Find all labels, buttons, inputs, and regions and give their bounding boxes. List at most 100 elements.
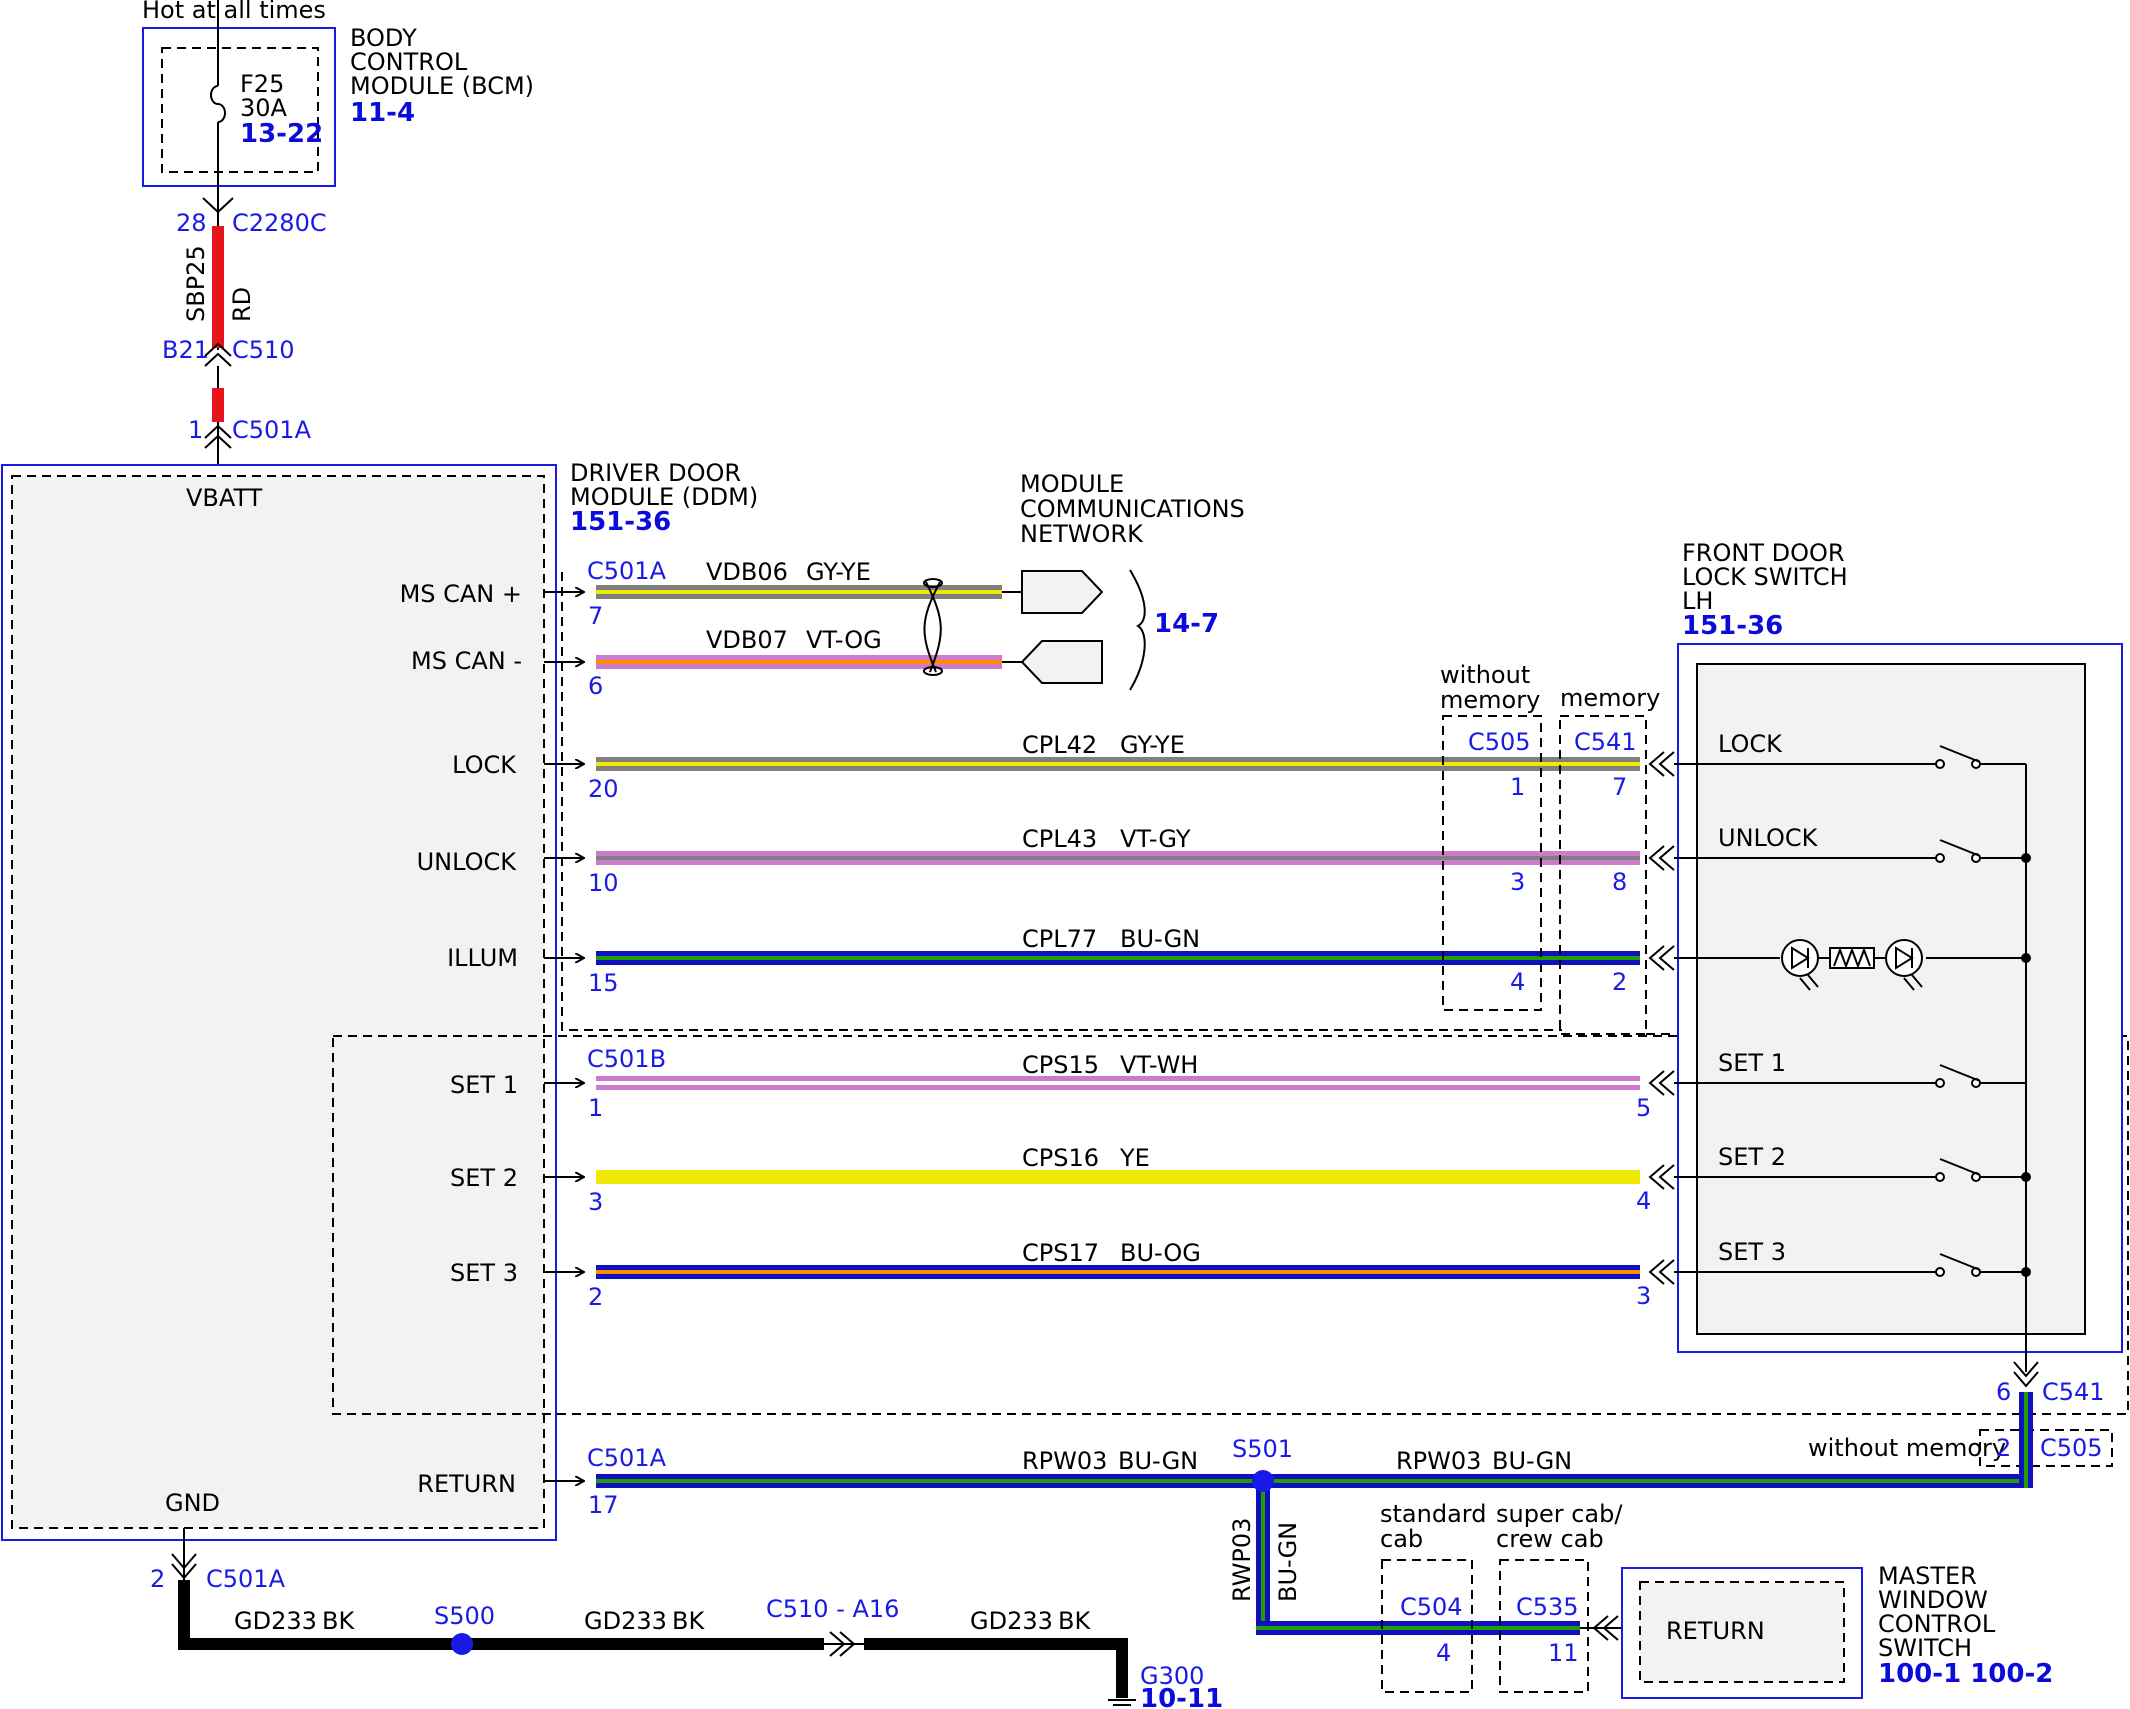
- bcm-module: [142, 27, 336, 187]
- hot-at-all-times-label: Hot at all times: [142, 0, 326, 24]
- c510-label: C510: [232, 336, 295, 364]
- wire-vdb07-color: VT-OG: [806, 626, 882, 654]
- master-switch-title-4: SWITCH: [1878, 1634, 1972, 1662]
- splice-s501-label: S501: [1232, 1435, 1293, 1463]
- switch-out-conn: C541: [2042, 1378, 2105, 1406]
- mcn-ref: 14-7: [1154, 609, 1219, 639]
- wire-cpl42: [544, 757, 1640, 771]
- c504-label: C504: [1400, 1593, 1463, 1621]
- switch-out-pin: 6: [1996, 1378, 2011, 1406]
- c505-pin-lock: 1: [1510, 773, 1525, 801]
- switch-set1-label: SET 1: [1718, 1049, 1786, 1077]
- return-pin: 17: [588, 1491, 619, 1519]
- master-switch-ref: 100-1 100-2: [1878, 1659, 2053, 1689]
- switch-set3-label: SET 3: [1718, 1238, 1786, 1266]
- wire-cps17: [544, 1265, 1640, 1279]
- lock-switch-connector-icons: [1648, 751, 1675, 1285]
- wire-cpl42-pin: 20: [588, 775, 619, 803]
- ground-circuit-2: GD233: [584, 1607, 667, 1635]
- switch-unlock-label: UNLOCK: [1718, 824, 1819, 852]
- wire-vdb07-circuit: VDB07: [706, 626, 788, 654]
- mcn-title-1: MODULE: [1020, 470, 1124, 498]
- ddm-pin-set3: SET 3: [450, 1259, 518, 1287]
- c505-pin-unlock: 3: [1510, 868, 1525, 896]
- return-color: BU-GN: [1118, 1447, 1198, 1475]
- wire-cps15-color: VT-WH: [1120, 1051, 1198, 1079]
- c505-pin-illum: 4: [1510, 968, 1525, 996]
- wire-vdb07: [544, 655, 1022, 669]
- mcn-connector-minus-icon: [1020, 640, 1103, 684]
- wire-cps15-circuit: CPS15: [1022, 1051, 1099, 1079]
- c501a-top-pin: 1: [188, 416, 203, 444]
- mcn-title-3: NETWORK: [1020, 520, 1144, 548]
- c541-label: C541: [1574, 728, 1637, 756]
- wire-vdb06-circuit: VDB06: [706, 558, 788, 586]
- c501a-top-label: C501A: [232, 416, 312, 444]
- without-memory-return-label: without memory: [1808, 1434, 2006, 1462]
- without-memory-label-2: memory: [1440, 686, 1540, 714]
- c505-label: C505: [1468, 728, 1531, 756]
- ground-pin: 2: [150, 1565, 165, 1593]
- return-circuit-right: RPW03: [1396, 1447, 1481, 1475]
- wiring-diagram: Hot at all times F25 30A 13-22 BODY CONT…: [1, 0, 2129, 1709]
- ddm-pin-lock: LOCK: [452, 751, 517, 779]
- ddm-gnd: GND: [165, 1489, 220, 1517]
- ddm-conn-c501b: C501B: [587, 1045, 666, 1073]
- wire-sbp25: [212, 226, 224, 348]
- wire-vdb07-pin: 6: [588, 672, 603, 700]
- wire-cpl77: [544, 951, 1640, 965]
- splice-s500-label: S500: [434, 1602, 495, 1630]
- ddm-pin-ms-can-plus: MS CAN +: [400, 580, 522, 608]
- ddm-conn-c501a-return: C501A: [587, 1444, 667, 1472]
- ddm-pin-illum: ILLUM: [447, 944, 518, 972]
- splice-s501: [1252, 1470, 1274, 1492]
- switch-set2-label: SET 2: [1718, 1143, 1786, 1171]
- mcn-title-2: COMMUNICATIONS: [1020, 495, 1245, 523]
- wire-cpl43: [544, 851, 1640, 865]
- standard-cab-label-2: cab: [1380, 1525, 1423, 1553]
- ground-circuit-3: GD233: [970, 1607, 1053, 1635]
- c505-return-pin: 2: [1996, 1434, 2011, 1462]
- wire-gd233: [178, 1580, 1128, 1698]
- wire-vdb06-pin: 7: [588, 602, 603, 630]
- ddm-conn-c501a-top: C501A: [587, 557, 667, 585]
- return-circuit: RPW03: [1022, 1447, 1107, 1475]
- c505-return-label: C505: [2040, 1434, 2103, 1462]
- wire-cpl77-color: BU-GN: [1120, 925, 1200, 953]
- bcm-title-3: MODULE (BCM): [350, 72, 534, 100]
- c535-pin: 11: [1548, 1639, 1579, 1667]
- ddm-ref: 151-36: [570, 507, 671, 537]
- wire-feed-short: [212, 388, 224, 422]
- fuse-amps: 30A: [240, 94, 288, 122]
- ground-icon: [1108, 1699, 1136, 1706]
- c541-pin-lock: 7: [1612, 773, 1627, 801]
- c541-pin-illum: 2: [1612, 968, 1627, 996]
- c510-pin: B21: [162, 336, 209, 364]
- return-vert-circuit: RWP03: [1228, 1518, 1256, 1602]
- mcn-connector-plus-icon: [1021, 570, 1104, 614]
- ddm-pin-return: RETURN: [417, 1470, 516, 1498]
- c2280c-pin: 28: [176, 209, 207, 237]
- wire-cpl77-circuit: CPL77: [1022, 925, 1097, 953]
- super-cab-label-1: super cab/: [1496, 1500, 1623, 1528]
- wire-vdb06-color: GY-YE: [806, 558, 871, 586]
- inline-conn-label: C510 - A16: [766, 1595, 899, 1623]
- wire-cpl43-circuit: CPL43: [1022, 825, 1097, 853]
- wire-cps16-color: YE: [1119, 1144, 1150, 1172]
- wire-cpl43-pin: 10: [588, 869, 619, 897]
- wire-sbp25-circuit: SBP25: [182, 245, 210, 322]
- wire-cps16-circuit: CPS16: [1022, 1144, 1099, 1172]
- wire-sbp25-color: RD: [228, 287, 256, 322]
- return-color-right: BU-GN: [1492, 1447, 1572, 1475]
- wire-cpl77-pin: 15: [588, 969, 619, 997]
- return-vert-color: BU-GN: [1274, 1522, 1302, 1602]
- c541-pin-set2: 4: [1636, 1187, 1651, 1215]
- standard-cab-label-1: standard: [1380, 1500, 1486, 1528]
- splice-s500: [451, 1633, 473, 1655]
- ddm-pin-unlock: UNLOCK: [417, 848, 518, 876]
- master-switch-return: RETURN: [1666, 1617, 1765, 1645]
- wire-cpl42-color: GY-YE: [1120, 731, 1185, 759]
- ground-color-3: BK: [1058, 1607, 1091, 1635]
- ddm-pin-ms-can-minus: MS CAN -: [411, 647, 522, 675]
- c541-pin-set3: 3: [1636, 1282, 1651, 1310]
